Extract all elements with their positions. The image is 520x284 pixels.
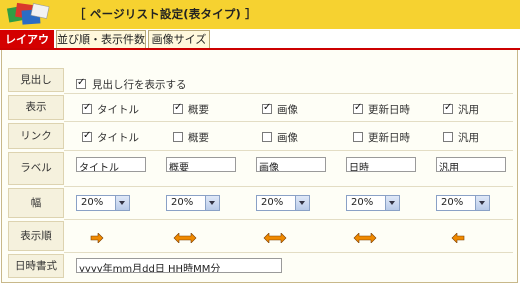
link-checkbox-general[interactable] [443,132,453,142]
move-left-arrow-icon[interactable] [451,233,465,243]
row-label-heading: 見出し [8,68,64,92]
chevron-down-icon [295,196,309,210]
display-label-summary: 概要 [188,104,209,116]
link-label-updated: 更新日時 [368,132,410,144]
display-label-title: タイトル [97,104,139,116]
tab-image-size[interactable]: 画像サイズ [148,30,210,48]
row-divider [64,186,513,187]
width-select-title[interactable]: 20% [76,195,130,211]
width-select-value: 20% [441,197,464,208]
width-select-general[interactable]: 20% [436,195,490,211]
row-divider [64,252,513,253]
row-label-date-format: 日時書式 [8,254,64,278]
link-checkbox-image[interactable] [262,132,272,142]
book-stack-icon [6,2,50,25]
row-label-label: ラベル [8,152,64,185]
display-checkbox-image[interactable] [262,102,272,114]
link-checkbox-title[interactable] [82,130,92,142]
chevron-down-icon [475,196,489,210]
link-checkbox-updated[interactable] [353,132,363,142]
link-checkbox-summary[interactable] [173,132,183,142]
link-label-summary: 概要 [188,132,209,144]
row-label-order: 表示順 [8,221,64,251]
page-title: ［ ページリスト設定(表タイプ) ］ [74,7,257,21]
row-label-display: 表示 [8,95,64,120]
chevron-down-icon [115,196,129,210]
row-divider [64,150,513,151]
width-select-value: 20% [351,197,374,208]
move-right-arrow-icon[interactable] [90,233,104,243]
display-checkbox-summary[interactable] [173,102,183,114]
width-select-value: 20% [261,197,284,208]
show-heading-label: 見出し行を表示する [92,79,187,91]
display-checkbox-title[interactable] [82,102,92,114]
move-left-right-arrow-icon[interactable] [173,233,197,243]
row-divider [64,121,513,122]
label-input-general[interactable]: 汎用 [436,157,506,172]
date-format-input[interactable]: yyyy年mm月dd日 HH時MM分 [76,258,282,273]
width-select-value: 20% [171,197,194,208]
tab-sort-order[interactable]: 並び順・表示件数 [56,30,146,48]
tab-layout[interactable]: レイアウト [0,30,54,64]
link-label-image: 画像 [277,132,298,144]
row-divider [64,219,513,220]
link-label-general: 汎用 [458,132,479,144]
width-select-summary[interactable]: 20% [166,195,220,211]
move-left-right-arrow-icon[interactable] [263,233,287,243]
display-checkbox-updated[interactable] [353,102,363,114]
display-label-image: 画像 [277,104,298,116]
label-input-summary[interactable]: 概要 [166,157,236,172]
label-input-title[interactable]: タイトル [76,157,146,172]
display-label-general: 汎用 [458,104,479,116]
link-label-title: タイトル [97,132,139,144]
chevron-down-icon [205,196,219,210]
label-input-image[interactable]: 画像 [256,157,326,172]
width-select-datetime[interactable]: 20% [346,195,400,211]
row-divider [64,93,513,94]
row-label-link: リンク [8,123,64,149]
header-bar: ［ ページリスト設定(表タイプ) ］ [0,0,520,29]
row-label-width: 幅 [8,188,64,218]
display-label-updated: 更新日時 [368,104,410,116]
width-select-image[interactable]: 20% [256,195,310,211]
show-heading-checkbox[interactable] [76,77,86,89]
chevron-down-icon [385,196,399,210]
width-select-value: 20% [81,197,104,208]
display-checkbox-general[interactable] [443,102,453,114]
label-input-datetime[interactable]: 日時 [346,157,416,172]
move-left-right-arrow-icon[interactable] [353,233,377,243]
